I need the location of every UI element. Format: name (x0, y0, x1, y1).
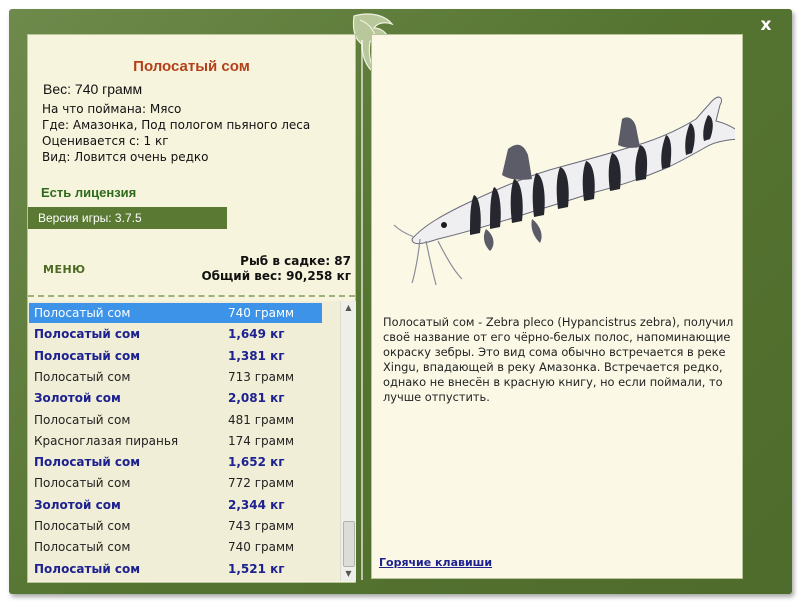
catch-fish-weight: 713 грамм (228, 369, 295, 384)
fish-weight: Вес: 740 грамм (43, 81, 143, 97)
catch-list-row[interactable]: Полосатый сом 743 грамм (29, 516, 322, 536)
catch-list-row[interactable]: Полосатый сом 740 грамм (29, 303, 322, 323)
catch-fish-name: Полосатый сом (34, 540, 131, 555)
catch-fish-name: Полосатый сом (34, 455, 141, 470)
catch-fish-weight: 2,081 кг (228, 391, 285, 406)
license-status: Есть лицензия (41, 185, 137, 200)
catch-fish-name: Полосатый сом (34, 306, 131, 320)
catch-fish-name: Красноглазая пиранья (34, 433, 179, 448)
panel-divider (361, 40, 363, 580)
fish-title: Полосатый сом (133, 58, 250, 75)
scroll-down-arrow-icon[interactable]: ▼ (341, 567, 356, 581)
catch-fish-weight: 1,649 кг (228, 327, 285, 342)
catch-list-row[interactable]: Полосатый сом 1,649 кг (29, 324, 322, 344)
catch-fish-weight: 174 грамм (228, 433, 295, 448)
catch-fish-name: Полосатый сом (34, 369, 131, 384)
catch-fish-weight: 743 грамм (228, 519, 295, 533)
catch-fish-weight: 2,344 кг (228, 497, 285, 512)
catch-list-row[interactable]: Золотой сом 2,081 кг (29, 388, 322, 408)
catch-fish-weight: 740 грамм (228, 306, 295, 320)
catch-list-scrollbar[interactable]: ▲ ▼ (340, 301, 356, 581)
catch-list-row[interactable]: Золотой сом 2,344 кг (29, 495, 322, 515)
catch-list-row[interactable]: Полосатый сом 1,381 кг (29, 346, 322, 366)
catch-list-row[interactable]: Полосатый сом 740 грамм (29, 537, 322, 557)
catch-fish-weight: 1,521 кг (228, 561, 285, 576)
scroll-up-arrow-icon[interactable]: ▲ (341, 301, 356, 315)
catch-fish-name: Полосатый сом (34, 412, 131, 427)
catch-stats: Рыб в садке: 87 Общий вес: 90,258 кг (201, 254, 351, 284)
total-weight: Общий вес: 90,258 кг (201, 269, 351, 283)
catch-list[interactable]: Полосатый сом 740 грамм Полосатый сом 1,649… (28, 301, 340, 581)
catch-fish-name: Полосатый сом (34, 327, 141, 342)
catch-fish-name: Золотой сом (34, 497, 121, 512)
catch-list-row[interactable]: Полосатый сом 481 грамм (29, 410, 322, 430)
catch-fish-weight: 481 грамм (228, 412, 295, 427)
fish-caught-with: На что поймана: Мясо (42, 102, 182, 116)
catch-list-row[interactable]: Полосатый сом 772 грамм (29, 473, 322, 493)
catch-fish-weight: 772 грамм (228, 476, 295, 491)
fish-description: Полосатый сом - Zebra pleco (Hypancistru… (383, 315, 734, 404)
fish-count: Рыб в садке: 87 (240, 254, 351, 268)
catch-list-row[interactable]: Полосатый сом 1,652 кг (29, 452, 322, 472)
catch-fish-name: Полосатый сом (34, 561, 141, 576)
catch-fish-name: Полосатый сом (34, 476, 131, 491)
catch-list-row[interactable]: Красноглазая пиранья 174 грамм (29, 431, 322, 451)
catch-fish-weight: 740 грамм (228, 540, 295, 555)
right-panel: Полосатый сом - Zebra pleco (Hypancistru… (371, 34, 743, 579)
fish-location: Где: Амазонка, Под пологом пьяного леса (42, 118, 311, 132)
fish-rarity: Вид: Ловится очень редко (42, 150, 209, 164)
scrollbar-thumb[interactable] (343, 521, 355, 567)
catch-list-row[interactable]: Полосатый сом 713 грамм (29, 367, 322, 387)
left-panel: Полосатый сом Вес: 740 грамм На что пойм… (27, 34, 356, 583)
catch-list-row[interactable]: Полосатый сом 1,521 кг (29, 559, 322, 579)
fish-value: Оценивается с: 1 кг (42, 134, 169, 148)
catch-fish-name: Полосатый сом (34, 348, 141, 363)
catch-fish-weight: 1,652 кг (228, 455, 285, 470)
catch-fish-name: Полосатый сом (34, 519, 131, 533)
catch-fish-name: Золотой сом (34, 391, 121, 406)
close-button[interactable]: x (756, 15, 776, 35)
close-icon[interactable]: x (761, 15, 772, 35)
menu-button[interactable]: МЕНЮ (43, 263, 86, 276)
catch-fish-weight: 1,381 кг (228, 348, 285, 363)
hotkeys-link[interactable]: Горячие клавиши (379, 556, 492, 569)
dashed-divider (28, 295, 355, 297)
fish-image (393, 96, 735, 286)
version-bar: Версия игры: 3.7.5 (28, 207, 227, 229)
